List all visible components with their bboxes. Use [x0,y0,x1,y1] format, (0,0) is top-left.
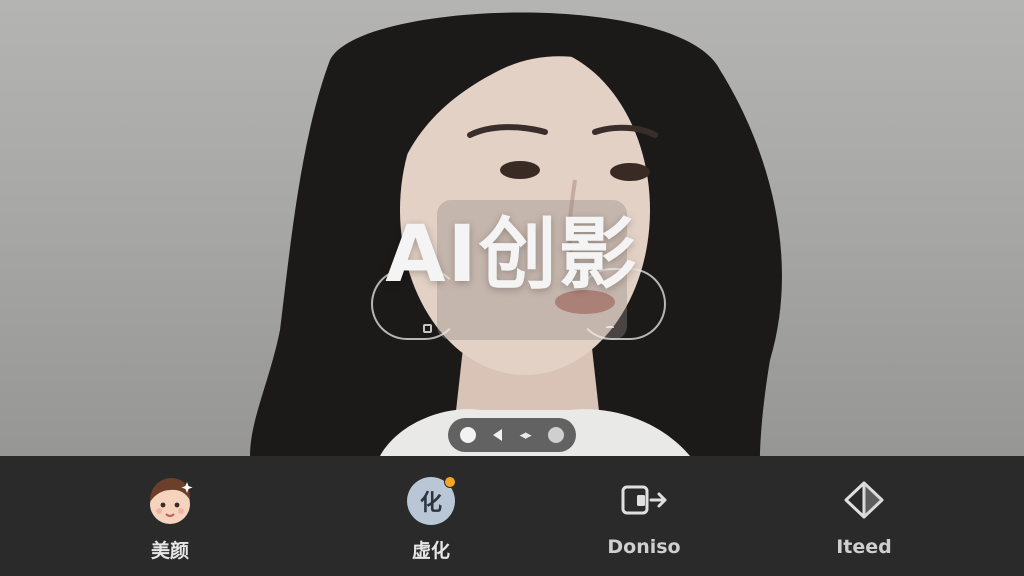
bottom-toolbar: 美颜 化 虚化 Doniso Iteed [0,456,1024,576]
page-indicator[interactable]: ◂▸ [448,418,576,452]
diamond-icon [837,474,891,528]
face-avatar-icon [143,474,197,528]
blur-icon: 化 [404,474,458,528]
tool-doniso-label: Doniso [607,536,681,558]
page-dot[interactable] [548,427,564,443]
page-dot-active[interactable] [460,427,476,443]
tool-blur[interactable]: 化 虚化 [361,474,501,566]
tool-blur-label: 虚化 [411,540,450,562]
tool-beauty[interactable]: 美颜 [100,474,240,566]
tool-beauty-label: 美颜 [150,540,189,562]
compare-icon[interactable]: ◂▸ [520,428,532,443]
notification-dot [444,476,456,488]
tool-iteed[interactable]: Iteed [794,474,934,566]
previous-arrow-icon[interactable] [493,429,503,441]
tool-doniso[interactable]: Doniso [574,474,714,566]
ring-marker-left [423,324,432,333]
overlay-title: AI创影 [385,210,639,300]
ring-marker-right [606,326,614,330]
export-arrow-icon [617,474,671,528]
tool-iteed-label: Iteed [836,536,892,558]
